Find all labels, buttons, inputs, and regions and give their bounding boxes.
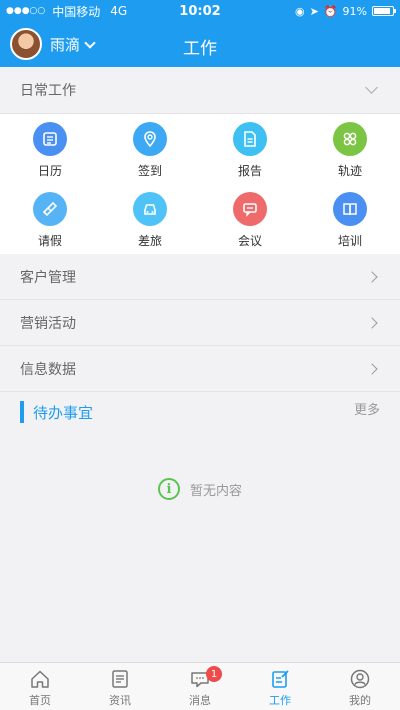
avatar[interactable]	[10, 28, 42, 60]
home-icon	[31, 670, 49, 688]
todo-more-link[interactable]: 更多	[354, 399, 380, 418]
menu-item-label: 营销活动	[20, 315, 76, 332]
user-switcher[interactable]: 雨滴	[50, 34, 96, 55]
nav-bar: 雨滴 工作	[0, 22, 400, 67]
daily-work-grid: 日历 签到 报告 轨迹 请假 差旅 会议 培训	[0, 114, 400, 254]
menu-item-customer-management[interactable]: 客户管理	[0, 254, 400, 300]
tab-label: 工作	[269, 694, 291, 707]
chevron-right-icon	[366, 270, 378, 283]
track-icon	[333, 122, 367, 156]
shortcut-track[interactable]: 轨迹	[300, 114, 400, 184]
menu-item-info-data[interactable]: 信息数据	[0, 346, 400, 392]
shortcut-label: 签到	[137, 164, 162, 178]
location-arrow-icon: ➤	[309, 4, 319, 18]
shortcut-travel[interactable]: 差旅	[100, 184, 200, 254]
work-icon	[272, 670, 289, 688]
chevron-down-icon	[365, 81, 378, 94]
tab-label: 资讯	[109, 694, 131, 707]
shortcut-leave[interactable]: 请假	[0, 184, 100, 254]
travel-icon	[133, 192, 167, 226]
todo-accent-bar	[20, 401, 24, 423]
menu-item-label: 客户管理	[20, 269, 76, 286]
battery-icon	[372, 6, 396, 16]
chevron-down-icon	[84, 36, 96, 49]
tab-home[interactable]: 首页	[0, 663, 80, 710]
calendar-icon	[33, 122, 67, 156]
daily-work-title: 日常工作	[20, 83, 76, 99]
rotation-lock-icon: ◉	[295, 4, 305, 18]
tab-label: 首页	[29, 694, 51, 707]
menu-item-label: 信息数据	[20, 361, 76, 378]
todo-title: 待办事宜	[33, 403, 94, 422]
info-icon: i	[157, 478, 180, 500]
battery-percent: 91%	[342, 4, 367, 18]
shortcut-label: 日历	[37, 164, 62, 178]
shortcut-label: 差旅	[137, 234, 162, 248]
shortcut-label: 报告	[237, 164, 262, 178]
report-icon	[233, 122, 267, 156]
shortcut-report[interactable]: 报告	[200, 114, 300, 184]
status-bar: ●●●○○ 中国移动 4G 10:02 ◉ ➤ ⏰ 91%	[0, 0, 400, 22]
shortcut-label: 请假	[37, 234, 62, 248]
tab-news[interactable]: 资讯	[80, 663, 160, 710]
meeting-icon	[233, 192, 267, 226]
shortcut-calendar[interactable]: 日历	[0, 114, 100, 184]
shortcut-label: 会议	[237, 234, 262, 248]
chevron-right-icon	[366, 362, 378, 375]
shortcut-label: 轨迹	[337, 164, 362, 178]
shortcut-checkin[interactable]: 签到	[100, 114, 200, 184]
training-icon	[333, 192, 367, 226]
chevron-right-icon	[366, 316, 378, 329]
tab-label: 我的	[349, 694, 371, 707]
tab-label: 消息	[189, 694, 211, 707]
tab-bar: 首页 资讯 1 消息 工作 我的	[0, 662, 400, 710]
location-icon	[133, 122, 167, 156]
menu-list: 客户管理 营销活动 信息数据	[0, 254, 400, 392]
tab-work[interactable]: 工作	[240, 663, 320, 710]
unread-badge: 1	[206, 666, 222, 682]
username: 雨滴	[50, 36, 81, 54]
profile-icon	[350, 669, 370, 689]
shortcut-meeting[interactable]: 会议	[200, 184, 300, 254]
tab-profile[interactable]: 我的	[320, 663, 400, 710]
news-icon	[112, 670, 128, 688]
leave-icon	[33, 192, 67, 226]
tab-messages[interactable]: 1 消息	[160, 663, 240, 710]
empty-text: 暂无内容	[189, 483, 242, 499]
todo-empty-state: i 暂无内容	[0, 478, 400, 500]
alarm-icon: ⏰	[323, 4, 338, 18]
shortcut-label: 培训	[337, 234, 362, 248]
shortcut-training[interactable]: 培训	[300, 184, 400, 254]
todo-header: 待办事宜 更多	[0, 392, 400, 432]
daily-work-header[interactable]: 日常工作	[0, 67, 400, 114]
menu-item-marketing[interactable]: 营销活动	[0, 300, 400, 346]
